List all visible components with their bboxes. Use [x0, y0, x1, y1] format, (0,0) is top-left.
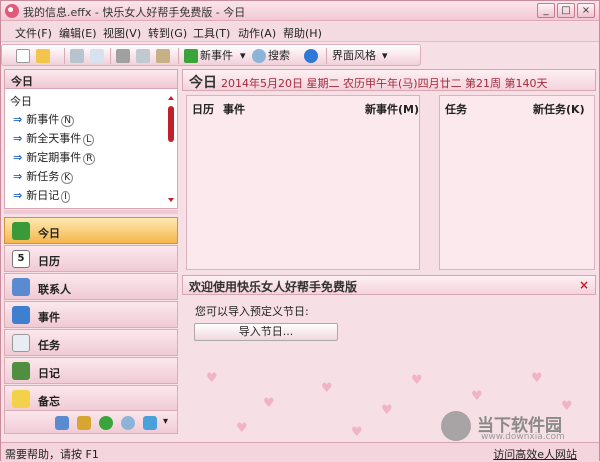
contact-card-icon	[12, 278, 30, 296]
search-small-icon[interactable]	[121, 416, 135, 430]
menu-goto[interactable]: 转到(G)	[148, 25, 187, 41]
calendar-icon: 5	[12, 250, 30, 268]
close-button[interactable]: ×	[577, 3, 595, 18]
quick-panel-header: 今日	[5, 70, 177, 89]
quick-panel-scrollbar[interactable]	[167, 94, 175, 204]
maximize-button[interactable]: □	[557, 3, 575, 18]
arrow-right-icon: ⇒	[13, 170, 23, 183]
status-help-text: 需要帮助，请按 F1	[5, 448, 99, 461]
events-column-label: 事件	[223, 103, 245, 116]
nav-events[interactable]: 事件	[4, 301, 178, 328]
welcome-header: 欢迎使用快乐女人好帮手免费版 ×	[182, 275, 596, 295]
print-icon[interactable]	[70, 49, 84, 63]
nav-calendar[interactable]: 5 日历	[4, 245, 178, 272]
copy-icon[interactable]	[136, 49, 150, 63]
heart-decoration-icon: ♥	[263, 396, 275, 411]
window-title: 我的信息.effx - 快乐女人好帮手免费版 - 今日	[23, 6, 246, 19]
heart-decoration-icon: ♥	[411, 373, 423, 388]
app-window: 我的信息.effx - 快乐女人好帮手免费版 - 今日 _ □ × 文件(F) …	[0, 0, 600, 461]
search-button[interactable]: 搜索	[268, 48, 290, 64]
calendar-events-box	[186, 95, 420, 270]
heart-decoration-icon: ♥	[471, 389, 483, 404]
paste-icon[interactable]	[156, 49, 170, 63]
diary-book-icon	[12, 362, 30, 380]
heart-decoration-icon: ♥	[381, 403, 393, 418]
menu-edit[interactable]: 编辑(E)	[59, 25, 97, 41]
nav-today[interactable]: 今日	[4, 217, 178, 244]
globe-icon[interactable]	[99, 416, 113, 430]
quick-actions-panel: 今日 今日 ⇒ 新事件 N ⇒ 新全天事件 L ⇒ 新定期事件 R ⇒ 新任务 K ⇒ 新日记 I	[4, 69, 178, 209]
quick-new-diary[interactable]: ⇒ 新日记 I	[13, 187, 70, 203]
new-task-link[interactable]: 新任务(K)	[533, 101, 585, 117]
today-title: 今日	[189, 75, 217, 91]
import-holidays-button[interactable]: 导入节日...	[194, 323, 338, 341]
tasks-column-label: 任务	[445, 103, 467, 116]
arrow-right-icon: ⇒	[13, 189, 23, 202]
arrow-right-icon: ⇒	[13, 113, 23, 126]
add-icon[interactable]	[184, 49, 198, 63]
watermark: 当下软件园 www.downxia.com	[441, 411, 591, 442]
heart-decoration-icon: ♥	[351, 425, 363, 440]
arrow-right-icon: ⇒	[13, 151, 23, 164]
today-date-info: 2014年5月20日 星期二 农历甲午年(马)四月廿二 第21周 第140天	[221, 77, 548, 90]
home-icon	[12, 222, 30, 240]
new-event-button[interactable]: 新事件	[200, 48, 233, 64]
open-folder-icon[interactable]	[36, 49, 50, 63]
sticky-note-icon	[12, 390, 30, 408]
task-check-icon	[12, 334, 30, 352]
heart-decoration-icon: ♥	[531, 371, 543, 386]
new-event-link[interactable]: 新事件(M)	[365, 101, 419, 117]
menu-file[interactable]: 文件(F)	[15, 25, 52, 41]
nav-tasks[interactable]: 任务	[4, 329, 178, 356]
event-icon	[12, 306, 30, 324]
nav-shortcut-bar: ▾	[4, 410, 178, 434]
app-icon	[5, 4, 19, 18]
help-icon[interactable]	[304, 49, 318, 63]
key-icon[interactable]	[77, 416, 91, 430]
quick-panel-subtitle: 今日	[10, 95, 32, 108]
arrow-right-icon: ⇒	[13, 132, 23, 145]
today-header: 今日 2014年5月20日 星期二 农历甲午年(马)四月廿二 第21周 第140…	[182, 69, 596, 91]
quick-new-event[interactable]: ⇒ 新事件 N	[13, 111, 74, 127]
search-icon[interactable]	[252, 49, 266, 63]
heart-decoration-icon: ♥	[206, 371, 218, 386]
heart-decoration-icon: ♥	[321, 381, 333, 396]
menu-bar: 文件(F) 编辑(E) 视图(V) 转到(G) 工具(T) 动作(A) 帮助(H…	[1, 22, 599, 42]
visit-website-link[interactable]: 访问高效e人网站	[493, 446, 577, 462]
minimize-button[interactable]: _	[537, 3, 555, 18]
new-event-dropdown-icon[interactable]: ▾	[240, 48, 246, 64]
quick-new-allday-event[interactable]: ⇒ 新全天事件 L	[13, 130, 95, 146]
watermark-logo-icon	[441, 411, 471, 441]
skin-dropdown-icon[interactable]: ▾	[382, 48, 388, 64]
welcome-title: 欢迎使用快乐女人好帮手免费版	[189, 280, 358, 294]
status-bar: 需要帮助，请按 F1 访问高效e人网站	[1, 442, 599, 461]
menu-tools[interactable]: 工具(T)	[193, 25, 230, 41]
menu-view[interactable]: 视图(V)	[103, 25, 141, 41]
toolbar: 新事件 ▾ 搜索 界面风格 ▾	[1, 44, 421, 66]
skin-button[interactable]: 界面风格	[332, 48, 376, 64]
title-bar: 我的信息.effx - 快乐女人好帮手免费版 - 今日 _ □ ×	[1, 1, 599, 21]
panel-splitter[interactable]	[4, 210, 178, 214]
nav-notes[interactable]: 备忘	[4, 385, 178, 412]
tasks-box	[439, 95, 595, 270]
calendar-small-icon[interactable]	[55, 416, 69, 430]
calendar-column-label: 日历	[192, 103, 214, 116]
nav-contacts[interactable]: 联系人	[4, 273, 178, 300]
tools-icon[interactable]	[143, 416, 157, 430]
print-preview-icon[interactable]	[90, 49, 104, 63]
import-prompt: 您可以导入预定义节日:	[195, 305, 309, 318]
heart-decoration-icon: ♥	[236, 421, 248, 436]
cut-icon[interactable]	[116, 49, 130, 63]
menu-help[interactable]: 帮助(H)	[283, 25, 322, 41]
nav-diary[interactable]: 日记	[4, 357, 178, 384]
menu-actions[interactable]: 动作(A)	[238, 25, 276, 41]
welcome-close-button[interactable]: ×	[579, 278, 589, 292]
quick-new-task[interactable]: ⇒ 新任务 K	[13, 168, 74, 184]
more-dropdown-icon[interactable]: ▾	[163, 416, 168, 427]
quick-new-recurring-event[interactable]: ⇒ 新定期事件 R	[13, 149, 96, 165]
new-file-icon[interactable]	[16, 49, 30, 63]
